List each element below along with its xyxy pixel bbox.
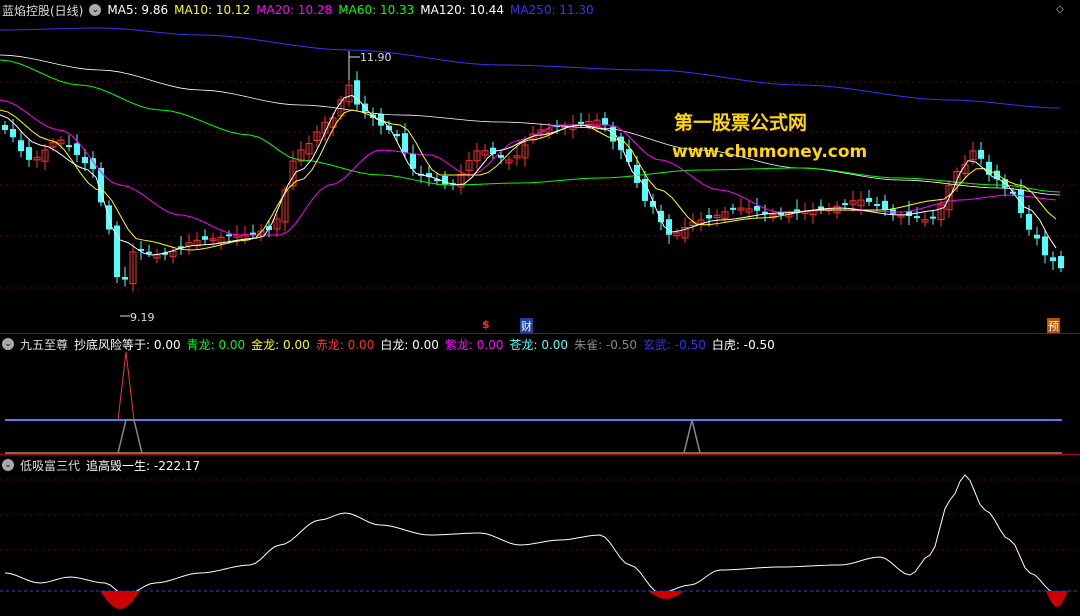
candle-body-down — [1018, 189, 1024, 213]
ind1-item-2: 金龙: 0.00 — [251, 337, 310, 352]
ind1-item-6: 苍龙: 0.00 — [509, 337, 569, 352]
watermark-title: 第一股票公式网 — [674, 112, 808, 134]
indicator2-circle-icon[interactable]: ⌄ — [2, 459, 14, 471]
price-chart-pane[interactable]: 蓝焰控股(日线) ⌄ MA5: 9.86 MA10: 10.12 MA20: 1… — [0, 0, 1080, 334]
candle-body-down — [498, 155, 504, 158]
candle-body-down — [2, 125, 8, 130]
candle-body-down — [602, 118, 608, 125]
indicator-chart-dixi — [0, 474, 1080, 609]
forecast-marker[interactable]: 预 — [1047, 318, 1060, 334]
ma5-label: MA5: 9.86 — [107, 3, 169, 17]
candle-body-down — [1050, 257, 1056, 262]
indicator1-circle-icon[interactable]: ⌄ — [2, 338, 14, 350]
candle-body-down — [978, 149, 984, 159]
candle-body-down — [66, 145, 72, 148]
candle-body-down — [666, 219, 672, 235]
candlestick-chart[interactable] — [0, 0, 1080, 333]
low-price-label: 9.19 — [130, 311, 155, 324]
watermark-url: www.chnmoney.com — [672, 142, 868, 162]
red-block-3 — [1046, 591, 1068, 607]
candle-body-down — [642, 178, 648, 201]
indicator-pane-dixi[interactable]: ⌄ 低吸富三代 追高毁一生: -222.17 — [0, 455, 1080, 616]
ind1-item-8: 玄武: -0.50 — [642, 337, 706, 352]
stock-title: 蓝焰控股(日线) — [2, 3, 84, 18]
candle-body-down — [1042, 236, 1048, 256]
candle-body-down — [618, 136, 624, 151]
candle-body-down — [1034, 234, 1040, 239]
candle-body-down — [730, 207, 736, 210]
candle-body-down — [882, 200, 888, 211]
candle-body-down — [122, 277, 128, 280]
candle-body-down — [706, 214, 712, 219]
ma250-line — [0, 27, 1061, 109]
candle-body-down — [842, 203, 848, 206]
candle-body-down — [90, 158, 96, 169]
ind1-item-9: 白虎: -0.50 — [711, 337, 775, 352]
dividend-marker[interactable]: $ — [482, 318, 490, 331]
ma20-label: MA20: 10.28 — [256, 3, 333, 17]
candle-body-down — [250, 232, 256, 235]
ma10-label: MA10: 10.12 — [174, 3, 251, 17]
indicator2-title: 低吸富三代 — [20, 458, 81, 473]
ind2-item-0: 追高毁一生: -222.17 — [86, 458, 201, 473]
indicator1-header: ⌄ 九五至尊 抄底风险等于: 0.00 青龙: 0.00 金龙: 0.00 赤龙… — [2, 336, 781, 352]
red-block-2 — [648, 591, 684, 599]
candle-body-down — [874, 203, 880, 206]
candle-body-down — [394, 133, 400, 137]
candle-body-down — [1058, 256, 1064, 269]
red-block-1 — [100, 591, 140, 609]
finance-marker[interactable]: 财 — [520, 318, 533, 334]
price-chart-header: 蓝焰控股(日线) ⌄ MA5: 9.86 MA10: 10.12 MA20: 1… — [2, 2, 600, 18]
ind1-item-0: 抄底风险等于: 0.00 — [74, 337, 181, 352]
ind1-item-4: 白龙: 0.00 — [380, 337, 439, 352]
dixi-line — [4, 474, 1066, 596]
ma60-line — [0, 59, 1061, 193]
candle-body-down — [914, 216, 920, 219]
gray-spike-1 — [117, 419, 143, 454]
ma120-line — [0, 54, 1061, 196]
candle-body-down — [578, 121, 584, 124]
candle-body-down — [74, 143, 80, 155]
indicator2-header: ⌄ 低吸富三代 追高毁一生: -222.17 — [2, 457, 206, 473]
candle-body-down — [18, 140, 24, 152]
settings-circle-icon[interactable]: ⌄ — [89, 4, 102, 16]
candle-body-down — [930, 216, 936, 219]
ind1-item-5: 紫龙: 0.00 — [444, 337, 504, 352]
ma250-label: MA250: 11.30 — [509, 3, 594, 17]
candle-body-down — [26, 147, 32, 160]
candle-body-down — [986, 161, 992, 175]
candle-body-down — [226, 234, 232, 237]
candle-body-down — [114, 225, 120, 278]
candle-body-down — [202, 236, 208, 240]
candle-body-down — [402, 133, 408, 153]
candle-body-down — [146, 251, 152, 254]
indicator-pane-jiuwu[interactable]: ⌄ 九五至尊 抄底风险等于: 0.00 青龙: 0.00 金龙: 0.00 赤龙… — [0, 334, 1080, 454]
candle-body-down — [1026, 213, 1032, 230]
high-price-label: 11.90 — [360, 51, 392, 64]
indicator1-title: 九五至尊 — [20, 337, 69, 352]
gray-spike-2 — [683, 419, 701, 454]
ma120-label: MA120: 10.44 — [420, 3, 504, 17]
ind1-item-7: 朱雀: -0.50 — [574, 337, 637, 352]
ind1-item-3: 赤龙: 0.00 — [315, 337, 375, 352]
ind1-item-1: 青龙: 0.00 — [186, 337, 246, 352]
candle-body-down — [754, 205, 760, 211]
candle-body-down — [866, 198, 872, 202]
diamond-icon[interactable]: ◇ — [1056, 4, 1066, 15]
candle-body-down — [82, 156, 88, 164]
red-spike — [117, 351, 135, 421]
candle-body-down — [10, 129, 16, 138]
ma5-line — [0, 94, 1057, 256]
ma60-label: MA60: 10.33 — [338, 3, 415, 17]
